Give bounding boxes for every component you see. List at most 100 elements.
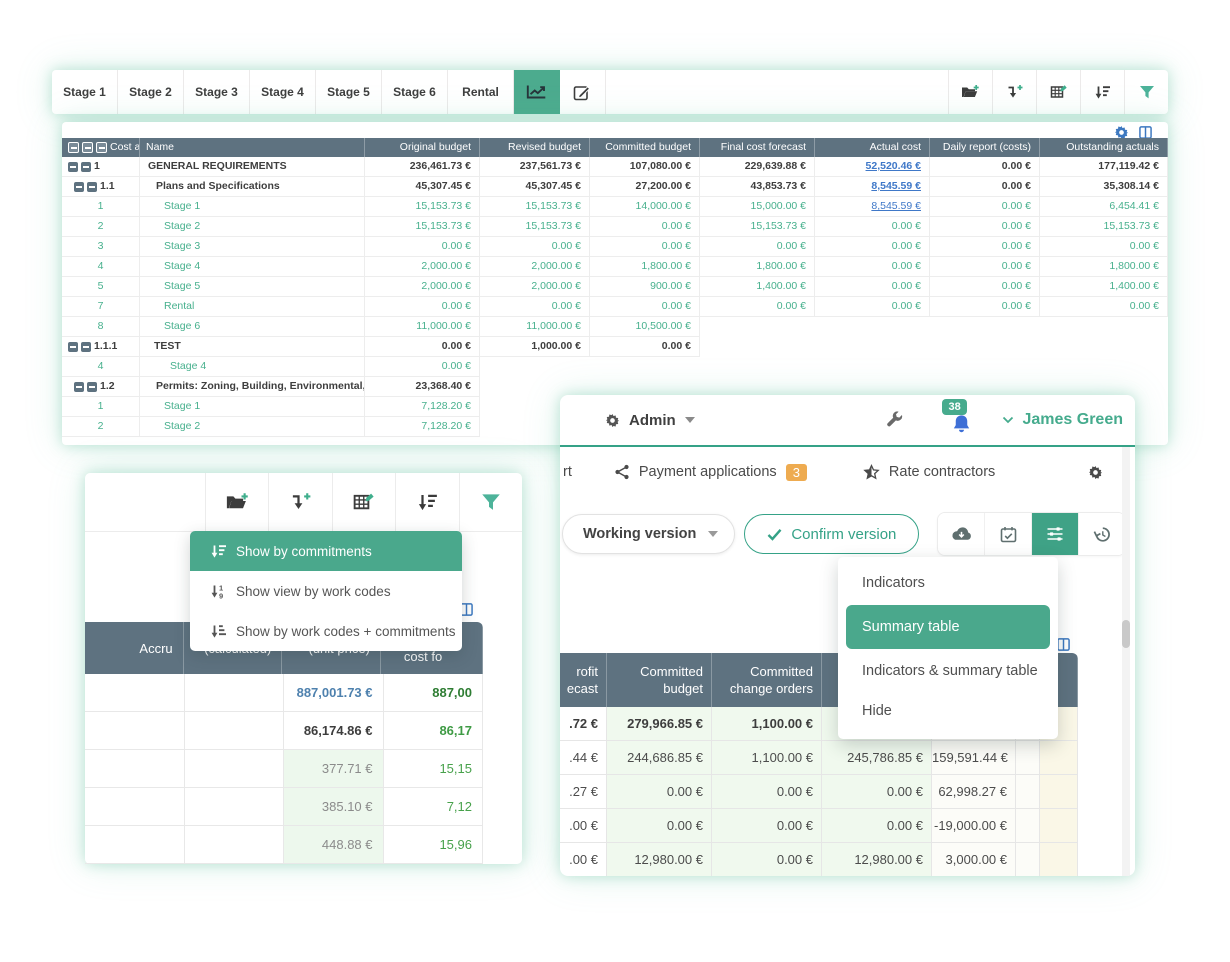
column-header[interactable]: Outstanding actuals <box>1040 138 1168 157</box>
value-cell: 0.00 € <box>930 257 1040 277</box>
table-row[interactable]: 1.1.1TEST0.00 €1,000.00 €0.00 € <box>62 337 1168 357</box>
value-cell <box>1016 843 1040 876</box>
collapse-row-icon[interactable] <box>81 342 91 352</box>
menu-item-show-view-by-work-codes[interactable]: 19Show view by work codes <box>190 571 462 611</box>
column-header[interactable]: Name <box>140 138 365 157</box>
row-code-cell: 1 <box>62 157 140 177</box>
tab-stage-3[interactable]: Stage 3 <box>184 70 250 114</box>
value-cell: 6,454.41 € <box>1040 197 1168 217</box>
value-cell: 1,800.00 € <box>700 257 815 277</box>
add-folder-button[interactable] <box>948 70 992 114</box>
collapse-row-icon[interactable] <box>68 162 78 172</box>
value-cell: 0.00 € <box>365 237 480 257</box>
tab-rental[interactable]: Rental <box>448 70 514 114</box>
notifications-bell[interactable]: 38 <box>948 405 974 435</box>
tab-stage-4[interactable]: Stage 4 <box>250 70 316 114</box>
version-dropdown[interactable]: Working version <box>562 514 735 554</box>
table-row[interactable]: .27 €0.00 €0.00 €0.00 €62,998.27 € <box>560 775 1078 809</box>
table-row[interactable]: 377.71 €15,15 <box>85 750 483 788</box>
table-row[interactable]: 1.2Permits: Zoning, Building, Environmen… <box>62 377 1168 397</box>
column-header[interactable]: Cost ac... <box>62 138 140 157</box>
actual-cost-link[interactable]: 8,545.59 € <box>871 200 921 212</box>
table-row[interactable]: 7Rental0.00 €0.00 €0.00 €0.00 €0.00 €0.0… <box>62 297 1168 317</box>
history-button[interactable] <box>1078 513 1125 555</box>
table-row[interactable]: 385.10 €7,12 <box>85 788 483 826</box>
table-row[interactable]: 5Stage 52,000.00 €2,000.00 €900.00 €1,40… <box>62 277 1168 297</box>
filter-button[interactable] <box>459 473 522 531</box>
menu-item-show-by-work-codes-commitments[interactable]: Show by work codes + commitments <box>190 611 462 651</box>
confirm-version-button[interactable]: Confirm version <box>744 514 919 554</box>
table-row[interactable]: 86,174.86 €86,17 <box>85 712 483 750</box>
actual-cost-link[interactable]: 8,545.59 € <box>871 180 921 192</box>
table-row[interactable]: 1Stage 115,153.73 €15,153.73 €14,000.00 … <box>62 197 1168 217</box>
tab-stage-5[interactable]: Stage 5 <box>316 70 382 114</box>
columns-icon[interactable] <box>1057 638 1070 651</box>
column-header[interactable]: Daily report (costs) <box>930 138 1040 157</box>
menu-item-show-by-commitments[interactable]: Show by commitments <box>190 531 462 571</box>
table-row[interactable]: .44 €244,686.85 €1,100.00 €245,786.85 €1… <box>560 741 1078 775</box>
collapse-row-icon[interactable] <box>87 182 97 192</box>
scrollbar[interactable] <box>1122 447 1130 876</box>
collapse-level-icon[interactable] <box>96 142 107 153</box>
wrench-icon[interactable] <box>885 411 904 429</box>
table-row[interactable]: 2Stage 215,153.73 €15,153.73 €0.00 €15,1… <box>62 217 1168 237</box>
table-row[interactable]: 887,001.73 €887,00 <box>85 674 483 712</box>
sort-button[interactable] <box>1080 70 1124 114</box>
tab-stage-2[interactable]: Stage 2 <box>118 70 184 114</box>
menu-item-indicators[interactable]: Indicators <box>838 563 1058 603</box>
menu-item-indicators-summary-table[interactable]: Indicators & summary table <box>838 651 1058 691</box>
value-cell: 237,561.73 € <box>480 157 590 177</box>
import-button[interactable] <box>992 70 1036 114</box>
table-row[interactable]: .00 €0.00 €0.00 €0.00 €-19,000.00 € <box>560 809 1078 843</box>
collapse-row-icon[interactable] <box>74 382 84 392</box>
filter-button[interactable] <box>1124 70 1168 114</box>
import-button[interactable] <box>268 473 331 531</box>
tab-stage-1[interactable]: Stage 1 <box>52 70 118 114</box>
tabs-settings-gear-icon[interactable] <box>1088 465 1103 480</box>
table-row[interactable]: 1.1Plans and Specifications45,307.45 €45… <box>62 177 1168 197</box>
collapse-row-icon[interactable] <box>68 342 78 352</box>
display-settings-button[interactable] <box>1031 513 1078 555</box>
add-folder-button[interactable] <box>205 473 268 531</box>
export-button[interactable] <box>938 513 984 555</box>
column-header[interactable]: Actual cost <box>815 138 930 157</box>
column-header[interactable]: Original budget <box>365 138 480 157</box>
table-row[interactable]: 448.88 €15,96 <box>85 826 483 864</box>
value-cell: 0.00 € <box>365 337 480 357</box>
table-row[interactable]: 3Stage 30.00 €0.00 €0.00 €0.00 €0.00 €0.… <box>62 237 1168 257</box>
tab-stage-6[interactable]: Stage 6 <box>382 70 448 114</box>
edit-table-button[interactable] <box>332 473 395 531</box>
table-row[interactable]: 1GENERAL REQUIREMENTS236,461.73 €237,561… <box>62 157 1168 177</box>
collapse-row-icon[interactable] <box>74 182 84 192</box>
table-row[interactable]: 8Stage 611,000.00 €11,000.00 €10,500.00 … <box>62 317 1168 337</box>
schedule-button[interactable] <box>984 513 1031 555</box>
collapse-level-icon[interactable] <box>82 142 93 153</box>
row-name-cell: Stage 4 <box>140 357 365 377</box>
edit-tab[interactable] <box>560 70 606 114</box>
value-cell: 0.00 € <box>712 809 822 843</box>
tab-fragment[interactable]: rt <box>563 464 572 480</box>
actual-cost-link[interactable]: 52,520.46 € <box>866 160 921 172</box>
value-cell: 0.00 € <box>822 775 932 809</box>
table-row[interactable]: .00 €12,980.00 €0.00 €12,980.00 €3,000.0… <box>560 843 1078 876</box>
tab-rate-contractors[interactable]: Rate contractors <box>863 464 995 480</box>
value-cell: 2,000.00 € <box>480 277 590 297</box>
tab-payment-applications[interactable]: Payment applications 3 <box>614 464 807 481</box>
admin-menu[interactable]: Admin <box>605 412 695 429</box>
table-row[interactable]: 4Stage 40.00 € <box>62 357 1168 377</box>
user-menu[interactable]: James Green <box>1002 411 1123 429</box>
chart-tab[interactable] <box>514 70 560 114</box>
table-row[interactable]: 4Stage 42,000.00 €2,000.00 €1,800.00 €1,… <box>62 257 1168 277</box>
menu-item-hide[interactable]: Hide <box>838 691 1058 731</box>
collapse-row-icon[interactable] <box>87 382 97 392</box>
edit-table-button[interactable] <box>1036 70 1080 114</box>
collapse-row-icon[interactable] <box>81 162 91 172</box>
row-name-cell: TEST <box>140 337 365 357</box>
sort-button[interactable] <box>395 473 458 531</box>
menu-item-summary-table[interactable]: Summary table <box>846 605 1050 649</box>
scrollbar-thumb[interactable] <box>1122 620 1130 648</box>
column-header[interactable]: Revised budget <box>480 138 590 157</box>
column-header[interactable]: Final cost forecast <box>700 138 815 157</box>
collapse-level-icon[interactable] <box>68 142 79 153</box>
column-header[interactable]: Committed budget <box>590 138 700 157</box>
